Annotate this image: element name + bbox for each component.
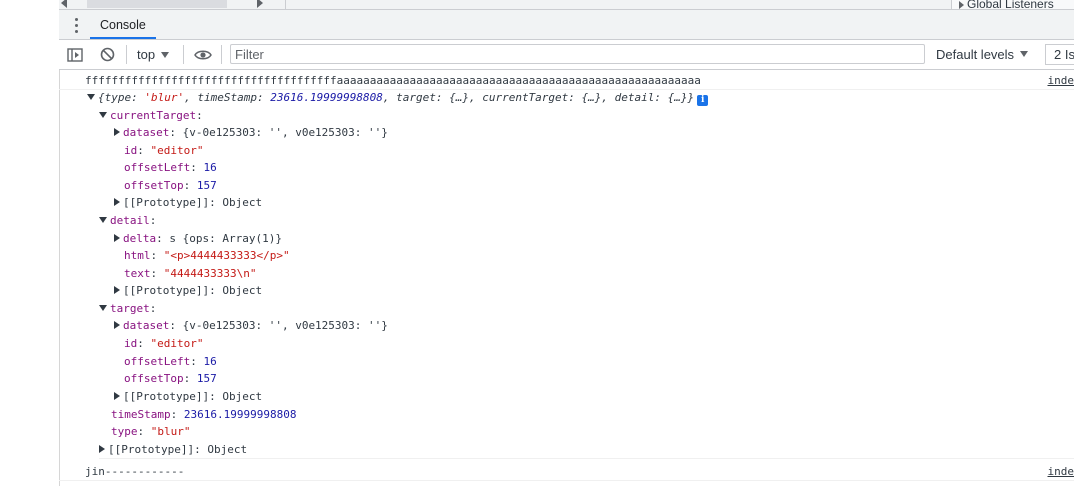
property-type: type: "blur"	[111, 425, 191, 438]
top-scroll-strip: Global Listeners	[59, 0, 1074, 10]
global-listeners-pane[interactable]: Global Listeners	[951, 0, 1074, 9]
property-id: id: "editor"	[124, 144, 204, 157]
tab-console[interactable]: Console	[90, 10, 156, 39]
scroll-right-arrow-icon[interactable]	[257, 0, 263, 8]
issues-counter-button[interactable]: 2 Is	[1045, 44, 1074, 65]
property-delta[interactable]: delta: s {ops: Array(1)}	[114, 230, 1074, 247]
live-expression-button[interactable]	[193, 40, 213, 69]
sidebar-icon	[67, 47, 83, 62]
object-summary[interactable]: {type: 'blur', timeStamp: 23616.19999998…	[87, 89, 1074, 106]
source-link[interactable]: inde	[1048, 72, 1074, 89]
log-text: jin------------	[85, 465, 185, 478]
property-offsetTop: offsetTop: 157	[124, 372, 217, 385]
collapse-arrow-icon[interactable]	[87, 94, 95, 100]
log-message: ffffffffffffffffffffffffffffffffffffffaa…	[59, 72, 1074, 90]
source-link[interactable]: inde	[1048, 463, 1074, 480]
property-offsetLeft: offsetLeft: 16	[124, 161, 217, 174]
context-label: top	[137, 47, 156, 62]
console-output: ffffffffffffffffffffffffffffffffffffffaa…	[59, 70, 1074, 486]
summary-text: {type: 'blur', timeStamp: 23616.19999998…	[98, 91, 695, 104]
expand-arrow-icon[interactable]	[99, 445, 105, 453]
chevron-down-icon	[161, 51, 170, 58]
property-currentTarget[interactable]: currentTarget:	[99, 107, 1074, 124]
property-html: html: "<p>4444433333</p>"	[124, 249, 290, 262]
drawer-tab-bar: Console	[59, 10, 1074, 40]
collapse-arrow-icon[interactable]	[99, 305, 107, 311]
expand-arrow-icon[interactable]	[114, 128, 120, 136]
expand-arrow-icon[interactable]	[114, 198, 120, 206]
toolbar-divider	[221, 45, 222, 64]
property-prototype[interactable]: [[Prototype]]: Object	[114, 388, 1074, 405]
expand-arrow-icon[interactable]	[114, 286, 120, 294]
log-message: jin------------ inde	[59, 463, 1074, 481]
chevron-down-icon	[1020, 51, 1029, 57]
collapse-arrow-icon[interactable]	[99, 217, 107, 223]
global-listeners-label: Global Listeners	[967, 0, 1054, 9]
property-prototype[interactable]: [[Prototype]]: Object	[114, 194, 1074, 211]
expand-arrow-icon	[959, 1, 964, 9]
context-selector[interactable]: top	[137, 40, 170, 69]
property-prototype[interactable]: [[Prototype]]: Object	[99, 441, 1074, 459]
property-offsetTop: offsetTop: 157	[124, 179, 217, 192]
property-dataset[interactable]: dataset: {v-0e125303: '', v0e125303: ''}	[114, 317, 1074, 334]
expand-arrow-icon[interactable]	[114, 321, 120, 329]
expand-arrow-icon[interactable]	[114, 234, 120, 242]
property-detail[interactable]: detail:	[99, 212, 1074, 229]
property-text: text: "4444433333\n"	[124, 267, 257, 280]
left-panel	[0, 0, 60, 486]
property-target[interactable]: target:	[99, 300, 1074, 317]
toolbar-divider	[183, 45, 184, 64]
property-timeStamp: timeStamp: 23616.19999998808	[111, 408, 297, 421]
property-offsetLeft: offsetLeft: 16	[124, 355, 217, 368]
log-levels-dropdown[interactable]: Default levels	[936, 40, 1029, 69]
console-toolbar: top Default levels 2 Is	[59, 40, 1074, 70]
info-icon[interactable]: i	[697, 95, 709, 106]
divider	[285, 0, 286, 9]
eye-icon	[194, 50, 212, 59]
log-levels-label: Default levels	[936, 47, 1015, 62]
clear-console-button[interactable]	[97, 40, 117, 69]
property-prototype[interactable]: [[Prototype]]: Object	[114, 282, 1074, 299]
horizontal-scrollbar[interactable]	[87, 0, 227, 8]
property-id: id: "editor"	[124, 337, 204, 350]
clear-icon	[100, 47, 114, 62]
show-sidebar-button[interactable]	[65, 40, 85, 69]
scroll-left-arrow-icon[interactable]	[61, 0, 67, 8]
expand-arrow-icon[interactable]	[114, 392, 120, 400]
log-text: ffffffffffffffffffffffffffffffffffffffaa…	[85, 74, 701, 87]
collapse-arrow-icon[interactable]	[99, 112, 107, 118]
toolbar-divider	[126, 45, 127, 64]
filter-input[interactable]	[230, 44, 925, 64]
property-dataset[interactable]: dataset: {v-0e125303: '', v0e125303: ''}	[114, 124, 1074, 141]
more-options-icon[interactable]	[70, 17, 82, 33]
